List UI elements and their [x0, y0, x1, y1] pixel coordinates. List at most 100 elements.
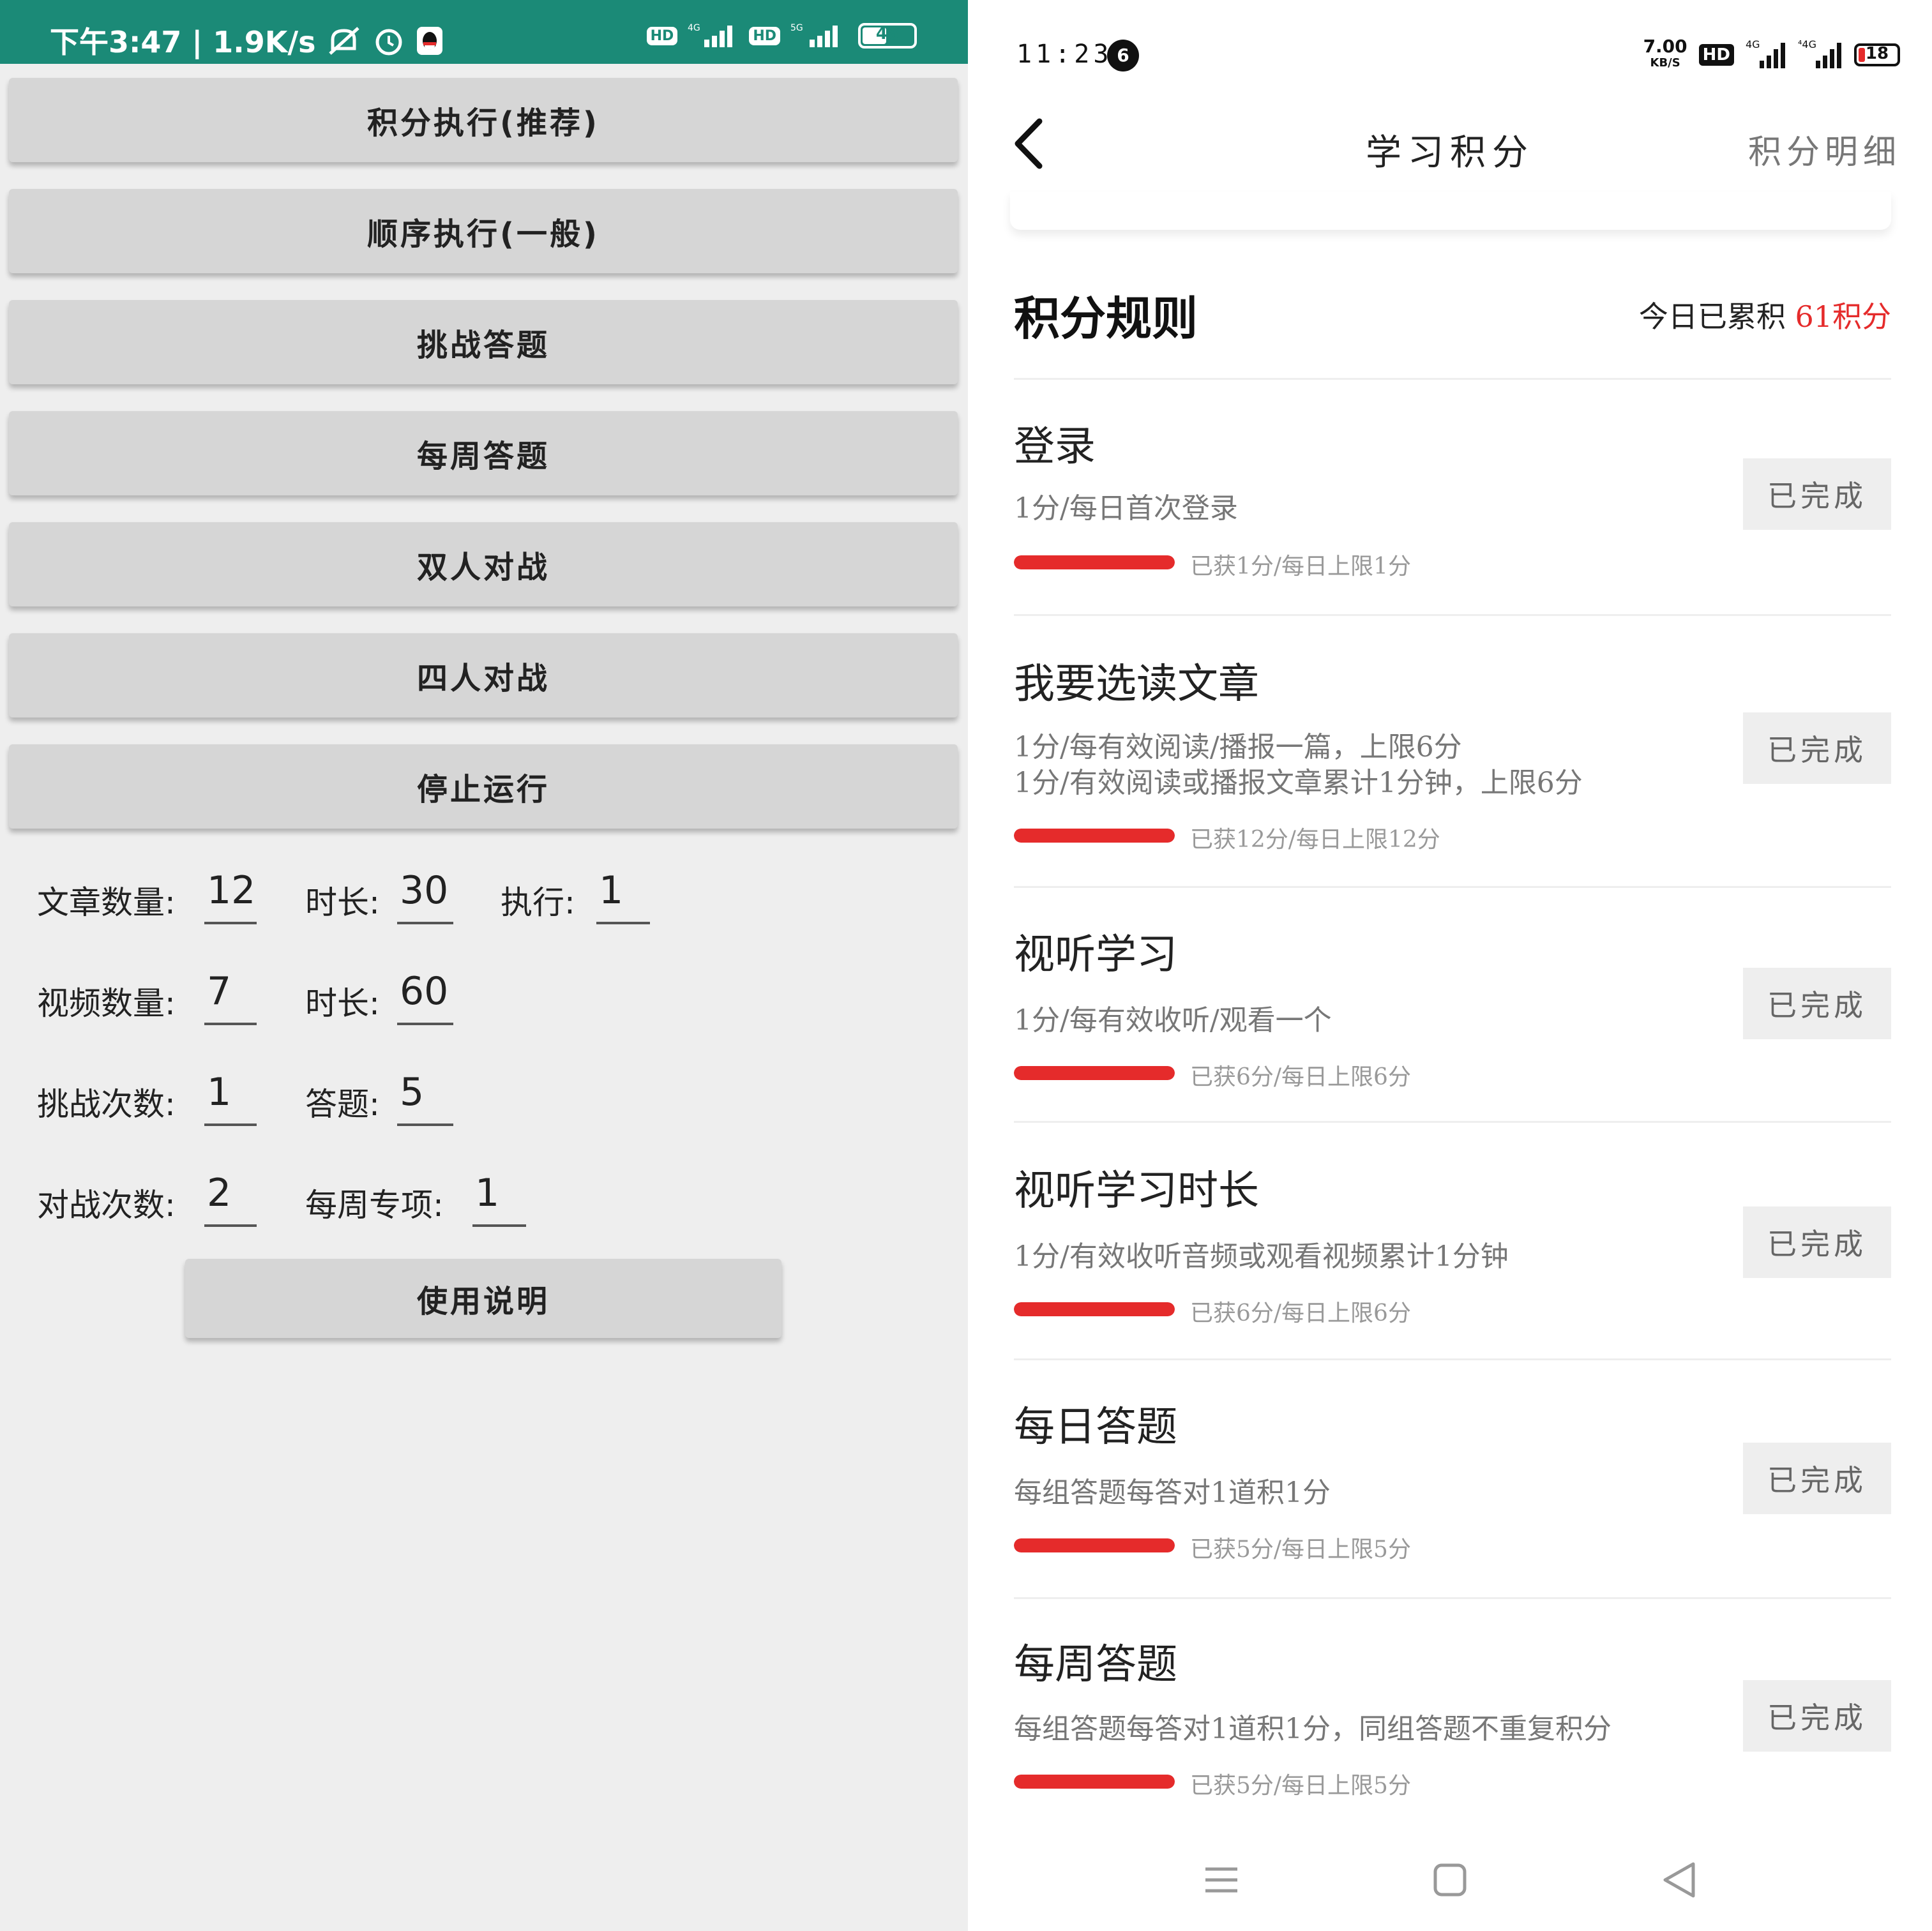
video-duration-input[interactable]: 60	[397, 969, 453, 1025]
divider	[1014, 614, 1891, 616]
article-count-label: 文章数量:	[37, 884, 176, 921]
video-count-input[interactable]: 7	[204, 969, 257, 1025]
battle-count-input[interactable]: 2	[204, 1171, 257, 1227]
network-speed: 7.00 KB/S	[1643, 38, 1687, 71]
status-bar: 下午3:47 | 1.9K/s HD 4G HD 5G 48	[0, 0, 968, 64]
completed-button[interactable]: 已完成	[1743, 458, 1891, 530]
rule-name: 登录	[1014, 423, 1096, 470]
rule-desc: 每组答题每答对1道积1分	[1014, 1476, 1331, 1509]
completed-button[interactable]: 已完成	[1743, 1680, 1891, 1752]
completed-button[interactable]: 已完成	[1743, 1206, 1891, 1278]
mute-icon	[326, 26, 362, 63]
rule-desc: 1分/每有效阅读/播报一篇，上限6分	[1014, 731, 1462, 763]
home-icon[interactable]	[1428, 1858, 1472, 1902]
svg-text:5G: 5G	[790, 23, 803, 33]
progress-bar	[1014, 1066, 1175, 1080]
video-duration-label: 时长:	[305, 985, 380, 1022]
network-speed-value: 7.00	[1643, 36, 1687, 57]
menu-icon[interactable]	[1199, 1858, 1244, 1902]
progress-text: 已获5分/每日上限5分	[1190, 1773, 1411, 1799]
svg-text:⁴4G: ⁴4G	[1798, 38, 1816, 50]
challenge-quiz-button[interactable]: 挑战答题	[9, 300, 958, 384]
completed-button[interactable]: 已完成	[1743, 968, 1891, 1039]
progress-fill	[1014, 1302, 1175, 1316]
execute-input[interactable]: 1	[596, 868, 650, 924]
rule-desc-2: 1分/有效阅读或播报文章累计1分钟，上限6分	[1014, 767, 1583, 799]
progress-fill	[1014, 1775, 1175, 1789]
progress-text: 已获1分/每日上限1分	[1190, 553, 1411, 580]
rules-title: 积分规则	[1014, 291, 1198, 345]
hd-badge-right: HD	[1698, 44, 1734, 66]
hd-badge-2: HD	[749, 26, 780, 45]
progress-fill	[1014, 1538, 1175, 1552]
rule-item-read-articles: 我要选读文章 1分/每有效阅读/播报一篇，上限6分 1分/有效阅读或播报文章累计…	[1014, 651, 1891, 881]
left-app-pane: 下午3:47 | 1.9K/s HD 4G HD 5G 48 积分执行(推荐) …	[0, 0, 968, 1931]
status-icons: HD 4G HD 5G 48	[646, 23, 917, 49]
status-bar-right: 11:23 6 7.00 KB/S HD 4G ⁴4G 18	[968, 0, 1932, 96]
summary-card-edge	[1010, 192, 1891, 230]
battery-icon: 48	[858, 23, 917, 49]
rule-item-weekly-quiz: 每周答题 每组答题每答对1道积1分，同组答题不重复积分 已获5分/每日上限5分 …	[1014, 1632, 1891, 1823]
completed-button[interactable]: 已完成	[1743, 1443, 1891, 1514]
status-icons-right: 7.00 KB/S HD 4G ⁴4G 18	[1643, 37, 1900, 73]
progress-text: 已获5分/每日上限5分	[1190, 1537, 1411, 1563]
points-detail-link[interactable]: 积分明细	[1748, 125, 1901, 173]
answers-input[interactable]: 5	[397, 1070, 453, 1126]
battery-icon-right: 18	[1854, 43, 1900, 66]
qq-icon	[416, 26, 444, 63]
svg-text:4G: 4G	[688, 23, 700, 33]
usage-instructions-button[interactable]: 使用说明	[185, 1259, 781, 1338]
rule-item-audio-video: 视听学习 1分/每有效收听/观看一个 已获6分/每日上限6分 已完成	[1014, 922, 1891, 1113]
points-execute-button[interactable]: 积分执行(推荐)	[9, 78, 958, 162]
sequential-execute-button[interactable]: 顺序执行(一般)	[9, 189, 958, 273]
completed-button[interactable]: 已完成	[1743, 712, 1891, 784]
back-triangle-icon[interactable]	[1657, 1858, 1702, 1902]
today-points-prefix: 今日已累积	[1638, 299, 1786, 334]
progress-bar	[1014, 555, 1175, 569]
battery-text-right: 18	[1865, 44, 1889, 63]
article-duration-label: 时长:	[305, 884, 380, 921]
video-count-label: 视频数量:	[37, 985, 176, 1022]
network-speed-unit: KB/S	[1650, 56, 1680, 70]
challenge-count-input[interactable]: 1	[204, 1070, 257, 1126]
progress-bar	[1014, 1775, 1175, 1789]
divider	[1014, 1358, 1891, 1360]
progress-fill	[1014, 829, 1175, 843]
signal-icon-right-1: 4G	[1746, 38, 1786, 72]
two-player-battle-button[interactable]: 双人对战	[9, 522, 958, 606]
progress-text: 已获12分/每日上限12分	[1190, 827, 1440, 853]
rule-desc: 1分/每有效收听/观看一个	[1014, 1004, 1332, 1037]
svg-text:4G: 4G	[1746, 38, 1760, 50]
divider	[1014, 1121, 1891, 1123]
today-points-value: 61积分	[1795, 299, 1891, 334]
progress-text: 已获6分/每日上限6分	[1190, 1300, 1411, 1326]
challenge-count-label: 挑战次数:	[37, 1086, 176, 1123]
weekly-quiz-button[interactable]: 每周答题	[9, 411, 958, 495]
weekly-special-input[interactable]: 1	[472, 1171, 526, 1227]
divider	[1014, 1597, 1891, 1599]
battery-text: 48	[875, 24, 900, 43]
progress-bar	[1014, 1538, 1175, 1552]
progress-bar	[1014, 1302, 1175, 1316]
progress-fill	[1014, 1066, 1175, 1080]
rule-desc: 每组答题每答对1道积1分，同组答题不重复积分	[1014, 1713, 1611, 1745]
rule-name: 我要选读文章	[1014, 661, 1259, 708]
four-player-battle-button[interactable]: 四人对战	[9, 633, 958, 718]
status-time: 下午3:47 | 1.9K/s	[50, 19, 444, 63]
stop-running-button[interactable]: 停止运行	[9, 744, 958, 829]
status-time-right: 11:23	[1016, 40, 1113, 69]
rule-name: 视听学习时长	[1014, 1168, 1259, 1215]
article-duration-input[interactable]: 30	[397, 868, 453, 924]
status-time-text: 下午3:47 | 1.9K/s	[50, 25, 316, 59]
rule-item-audio-video-duration: 视听学习时长 1分/有效收听音频或观看视频累计1分钟 已获6分/每日上限6分 已…	[1014, 1158, 1891, 1349]
rule-name: 每周答题	[1014, 1641, 1177, 1688]
rule-desc: 1分/每日首次登录	[1014, 492, 1238, 525]
progress-bar	[1014, 829, 1175, 843]
rule-item-login: 登录 1分/每日首次登录 已获1分/每日上限1分 已完成	[1014, 414, 1891, 612]
system-navbar	[968, 1832, 1932, 1928]
rule-item-daily-quiz: 每日答题 每组答题每答对1道积1分 已获5分/每日上限5分 已完成	[1014, 1394, 1891, 1586]
progress-fill	[1014, 555, 1175, 569]
progress-text: 已获6分/每日上限6分	[1190, 1064, 1411, 1090]
signal-icon-right-2: ⁴4G	[1798, 38, 1843, 72]
article-count-input[interactable]: 12	[204, 868, 257, 924]
